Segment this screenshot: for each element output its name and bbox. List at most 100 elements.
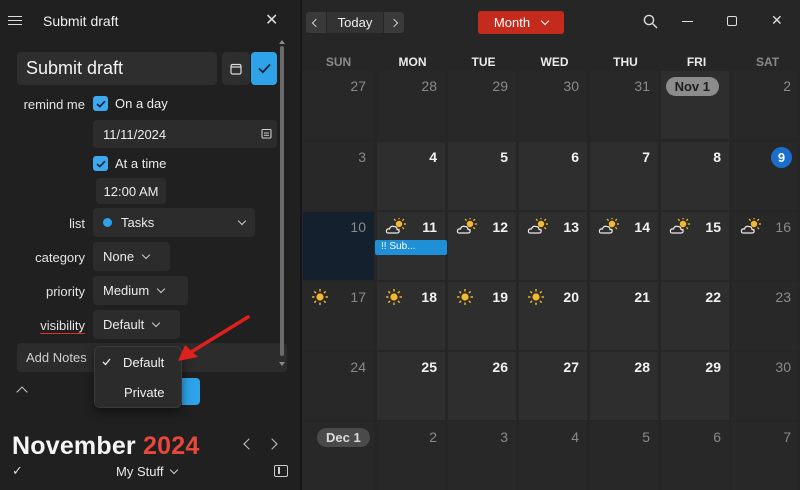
partly-cloudy-icon [385, 217, 409, 241]
calendar-day-cell[interactable]: 18 [377, 282, 445, 350]
date-picker-icon[interactable] [261, 128, 272, 139]
calendar-day-cell[interactable]: 5 [590, 422, 658, 490]
close-window-icon[interactable]: ✕ [771, 12, 783, 29]
tasks-check-icon[interactable]: ✓ [12, 463, 23, 479]
day-number: 23 [775, 289, 791, 305]
calendar-day-cell[interactable]: 24 [303, 352, 374, 420]
calendar-day-cell[interactable]: 29 [661, 352, 729, 420]
calendar-day-cell[interactable]: 27 [303, 71, 374, 139]
menu-icon[interactable] [8, 13, 22, 27]
weekday-header: TUE [471, 55, 496, 69]
list-dropdown[interactable]: Tasks [93, 208, 255, 237]
calendar-icon [230, 63, 242, 75]
search-icon[interactable] [643, 14, 658, 29]
time-field[interactable]: 12:00 AM [96, 178, 166, 204]
calendar-picker[interactable]: My Stuff [116, 464, 179, 479]
save-task-button[interactable] [251, 52, 277, 85]
calendar-day-cell[interactable]: 22 [661, 282, 729, 350]
calendar-day-cell[interactable]: Nov 1 [661, 71, 729, 139]
scrollbar-thumb[interactable] [280, 46, 284, 356]
calendar-day-cell[interactable]: 27 [519, 352, 587, 420]
calendar-day-cell[interactable]: 2 [377, 422, 445, 490]
calendar-day-cell[interactable]: 5 [448, 142, 516, 210]
calendar-day-cell[interactable]: 30 [519, 71, 587, 139]
at-a-time-checkbox[interactable] [93, 156, 108, 171]
calendar-day-cell[interactable]: 28 [377, 71, 445, 139]
calendar-day-cell[interactable]: Dec 1 [303, 422, 374, 490]
task-title-input[interactable]: Submit draft [17, 52, 217, 85]
calendar-day-cell[interactable]: 13 [519, 212, 587, 280]
date-field[interactable]: 11/11/2024 [93, 120, 277, 148]
day-number: 20 [563, 289, 579, 305]
maximize-icon[interactable] [727, 16, 737, 26]
calendar-day-cell[interactable]: 28 [590, 352, 658, 420]
category-label: category [35, 250, 85, 265]
sunny-icon [385, 288, 403, 311]
calendar-view-button[interactable] [222, 52, 250, 85]
day-number: 8 [713, 149, 721, 165]
calendar-day-cell[interactable]: 7 [590, 142, 658, 210]
priority-dropdown[interactable]: Medium [93, 276, 188, 305]
scroll-down-arrow[interactable] [279, 362, 285, 366]
day-number: 5 [500, 149, 508, 165]
partly-cloudy-icon [456, 217, 480, 241]
day-number: 5 [642, 429, 650, 445]
at-a-time-label: At a time [115, 156, 167, 171]
prev-month-icon[interactable] [243, 438, 255, 450]
calendar-day-cell[interactable]: 23 [732, 282, 799, 350]
calendar-day-cell[interactable]: 9 [732, 142, 799, 210]
calendar-day-cell[interactable]: 20 [519, 282, 587, 350]
chevron-down-icon [151, 318, 161, 327]
calendar-day-cell[interactable]: 17 [303, 282, 374, 350]
calendar-day-cell[interactable]: 14 [590, 212, 658, 280]
calendar-day-cell[interactable]: 4 [519, 422, 587, 490]
calendar-day-cell[interactable]: 16 [732, 212, 799, 280]
calendar-day-cell[interactable]: 15 [661, 212, 729, 280]
day-number: 31 [634, 78, 650, 94]
calendar-day-cell[interactable]: 6 [519, 142, 587, 210]
scroll-up-arrow[interactable] [279, 40, 285, 44]
list-label: list [69, 216, 85, 231]
day-number: 3 [358, 149, 366, 165]
day-number: 4 [571, 429, 579, 445]
weekday-header: SUN [325, 55, 352, 69]
calendar-day-cell[interactable]: 2 [732, 71, 799, 139]
mini-year: 2024 [143, 432, 200, 460]
calendar-day-cell[interactable]: 3 [303, 142, 374, 210]
hidden-action-button[interactable] [182, 378, 200, 405]
today-button[interactable]: Today [327, 12, 383, 33]
menu-item-default[interactable]: Default [95, 348, 181, 376]
day-number: 22 [705, 289, 721, 305]
calendar-day-cell[interactable]: 10 [303, 212, 374, 280]
day-number: 28 [421, 78, 437, 94]
next-month-icon[interactable] [266, 438, 278, 450]
calendar-day-cell[interactable]: 21 [590, 282, 658, 350]
calendar-day-cell[interactable]: 6 [661, 422, 729, 490]
view-selector-button[interactable]: Month [478, 11, 564, 34]
task-event-chip[interactable]: !! Sub... [375, 240, 447, 255]
close-icon[interactable]: ✕ [265, 10, 278, 30]
next-month-button[interactable] [384, 12, 404, 33]
calendar-day-cell[interactable]: 26 [448, 352, 516, 420]
calendar-day-cell[interactable]: 12 [448, 212, 516, 280]
minimize-icon[interactable] [682, 21, 693, 23]
calendar-day-cell[interactable]: 4 [377, 142, 445, 210]
day-number: 30 [563, 78, 579, 94]
calendar-day-cell[interactable]: 29 [448, 71, 516, 139]
sidebar-toggle-icon[interactable] [274, 465, 288, 477]
prev-month-button[interactable] [306, 12, 326, 33]
calendar-day-cell[interactable]: 3 [448, 422, 516, 490]
on-a-day-checkbox[interactable] [93, 96, 108, 111]
calendar-day-cell[interactable]: 25 [377, 352, 445, 420]
calendar-day-cell[interactable]: 19 [448, 282, 516, 350]
category-dropdown[interactable]: None [93, 242, 170, 271]
menu-item-private[interactable]: Private [95, 378, 181, 406]
calendar-day-cell[interactable]: 31 [590, 71, 658, 139]
visibility-dropdown[interactable]: Default [93, 310, 180, 339]
day-number: 12 [492, 219, 508, 235]
calendar-day-cell[interactable]: 30 [732, 352, 799, 420]
collapse-up-icon[interactable] [16, 386, 28, 398]
calendar-day-cell[interactable]: 8 [661, 142, 729, 210]
partly-cloudy-icon [527, 217, 551, 241]
calendar-day-cell[interactable]: 7 [732, 422, 799, 490]
